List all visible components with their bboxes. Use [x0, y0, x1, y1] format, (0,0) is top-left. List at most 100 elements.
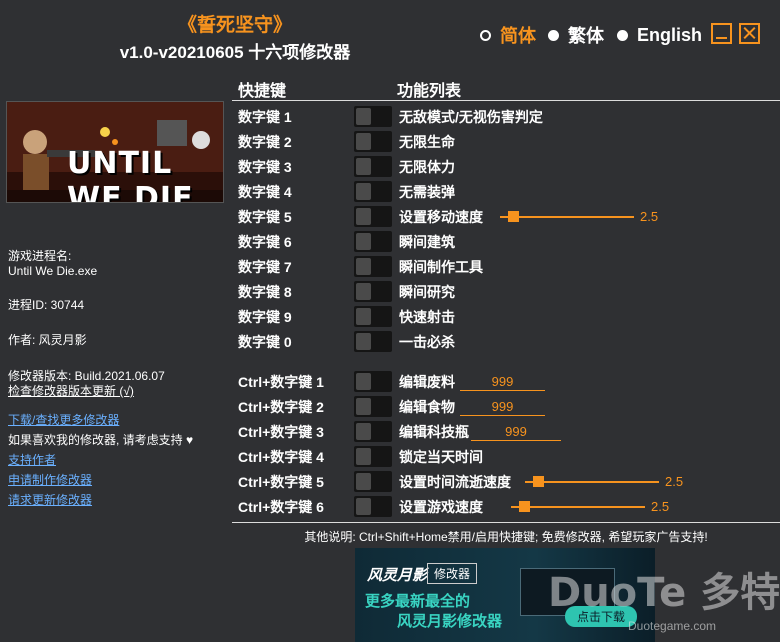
hotkey-label: Ctrl+数字键 3	[238, 423, 324, 440]
banner-logo: UNTIL WE DIE	[67, 146, 194, 203]
function-label: 设置游戏速度	[399, 498, 483, 515]
toggle-knob	[356, 183, 371, 200]
hotkey-label: 数字键 0	[238, 333, 292, 350]
version-title: v1.0-v20210605 十六项修改器	[119, 43, 351, 62]
function-label: 瞬间制作工具	[399, 258, 483, 275]
trainer-version: 修改器版本: Build.2021.06.07	[8, 369, 165, 383]
cheat-toggle[interactable]	[354, 206, 392, 227]
radio-icon	[617, 29, 628, 41]
cheat-toggle[interactable]	[354, 281, 392, 302]
scrap-value-input[interactable]	[460, 372, 545, 391]
lang-english[interactable]: English	[617, 24, 702, 46]
cheat-toggle[interactable]	[354, 396, 392, 417]
cheat-row: 数字键 9 快速射击	[238, 304, 773, 329]
slider-value: 2.5	[651, 499, 670, 514]
hotkey-label: Ctrl+数字键 5	[238, 473, 324, 490]
request-update-link[interactable]: 请求更新修改器	[8, 492, 92, 508]
cheat-toggle[interactable]	[354, 331, 392, 352]
function-label: 编辑食物	[399, 398, 455, 415]
game-banner: UNTIL WE DIE	[6, 101, 224, 203]
ad-line2: 风灵月影修改器	[397, 613, 503, 630]
cheat-toggle[interactable]	[354, 256, 392, 277]
support-text: 如果喜欢我的修改器, 请考虑支持 ♥	[8, 433, 194, 447]
cheat-row: Ctrl+数字键 3 编辑科技瓶	[238, 419, 773, 444]
toggle-knob	[356, 373, 371, 390]
cheat-row: 数字键 1 无敌模式/无视伤害判定	[238, 104, 773, 129]
cheat-toggle[interactable]	[354, 471, 392, 492]
minimize-button[interactable]	[711, 23, 732, 44]
process-label: 游戏进程名:	[8, 249, 72, 263]
col-hotkey-header: 快捷键	[238, 83, 287, 100]
slider-thumb[interactable]	[533, 475, 545, 487]
move-speed-slider[interactable]	[500, 210, 634, 224]
ad-line1: 更多最新最全的	[365, 593, 471, 610]
food-value-input[interactable]	[460, 397, 545, 416]
cheat-toggle[interactable]	[354, 231, 392, 252]
lang-simplified[interactable]: 简体	[480, 24, 536, 46]
toggle-knob	[356, 233, 371, 250]
tech-vial-value-input[interactable]	[471, 422, 561, 441]
slider-thumb[interactable]	[508, 210, 520, 222]
close-button[interactable]	[739, 23, 760, 44]
author: 作者: 风灵月影	[8, 333, 87, 347]
cheat-toggle[interactable]	[354, 131, 392, 152]
cheat-row: 数字键 3 无限体力	[238, 154, 773, 179]
cheat-toggle[interactable]	[354, 306, 392, 327]
time-speed-slider[interactable]	[525, 475, 659, 489]
cheat-row: Ctrl+数字键 1 编辑废料	[238, 369, 773, 394]
hotkey-label: 数字键 1	[238, 108, 292, 125]
cheat-toggle[interactable]	[354, 371, 392, 392]
toggle-knob	[356, 308, 371, 325]
hotkey-label: 数字键 4	[238, 183, 292, 200]
footer-note: 其他说明: Ctrl+Shift+Home禁用/启用快捷键; 免费修改器, 希望…	[304, 530, 708, 544]
toggle-knob	[356, 283, 371, 300]
cheat-row: 数字键 2 无限生命	[238, 129, 773, 154]
hotkey-label: Ctrl+数字键 1	[238, 373, 324, 390]
download-more-link[interactable]: 下载/查找更多修改器	[8, 412, 119, 428]
cheat-toggle[interactable]	[354, 106, 392, 127]
hotkey-label: 数字键 8	[238, 283, 292, 300]
cheat-toggle[interactable]	[354, 156, 392, 177]
toggle-knob	[356, 208, 371, 225]
col-function-header: 功能列表	[397, 83, 462, 100]
hotkey-label: Ctrl+数字键 6	[238, 498, 324, 515]
hotkey-label: 数字键 2	[238, 133, 292, 150]
cheat-row: 数字键 5 设置移动速度 2.5	[238, 204, 773, 229]
cheat-row: Ctrl+数字键 4 锁定当天时间	[238, 444, 773, 469]
function-label: 编辑废料	[399, 373, 455, 390]
cheat-toggle[interactable]	[354, 421, 392, 442]
toggle-knob	[356, 133, 371, 150]
cheat-row: 数字键 7 瞬间制作工具	[238, 254, 773, 279]
cheat-toggle[interactable]	[354, 446, 392, 467]
game-title: 《誓死坚守》	[177, 15, 292, 36]
toggle-knob	[356, 333, 371, 350]
cheat-row: 数字键 0 一击必杀	[238, 329, 773, 354]
lang-traditional[interactable]: 繁体	[548, 24, 604, 46]
game-speed-slider[interactable]	[511, 500, 645, 514]
hotkey-label: 数字键 3	[238, 158, 292, 175]
radio-icon	[548, 29, 559, 41]
toggle-knob	[356, 473, 371, 490]
hotkey-label: 数字键 5	[238, 208, 292, 225]
toggle-knob	[356, 108, 371, 125]
request-trainer-link[interactable]: 申请制作修改器	[8, 472, 92, 488]
cheat-row: Ctrl+数字键 5 设置时间流逝速度 2.5	[238, 469, 773, 494]
hotkey-label: 数字键 7	[238, 258, 292, 275]
cheat-toggle[interactable]	[354, 181, 392, 202]
function-label: 无需装弹	[399, 183, 455, 200]
header-divider	[232, 100, 780, 101]
slider-thumb[interactable]	[519, 500, 531, 512]
function-label: 编辑科技瓶	[399, 423, 469, 440]
slider-value: 2.5	[665, 474, 684, 489]
check-update-link[interactable]: 检查修改器版本更新 (√)	[8, 383, 134, 399]
function-label: 设置移动速度	[399, 208, 483, 225]
toggle-knob	[356, 158, 371, 175]
toggle-knob	[356, 448, 371, 465]
cheat-toggle[interactable]	[354, 496, 392, 517]
support-author-link[interactable]: 支持作者	[8, 452, 56, 468]
hotkey-label: Ctrl+数字键 2	[238, 398, 324, 415]
toggle-knob	[356, 423, 371, 440]
function-label: 设置时间流逝速度	[399, 473, 511, 490]
hotkey-label: Ctrl+数字键 4	[238, 448, 324, 465]
process-name: Until We Die.exe	[8, 264, 98, 278]
